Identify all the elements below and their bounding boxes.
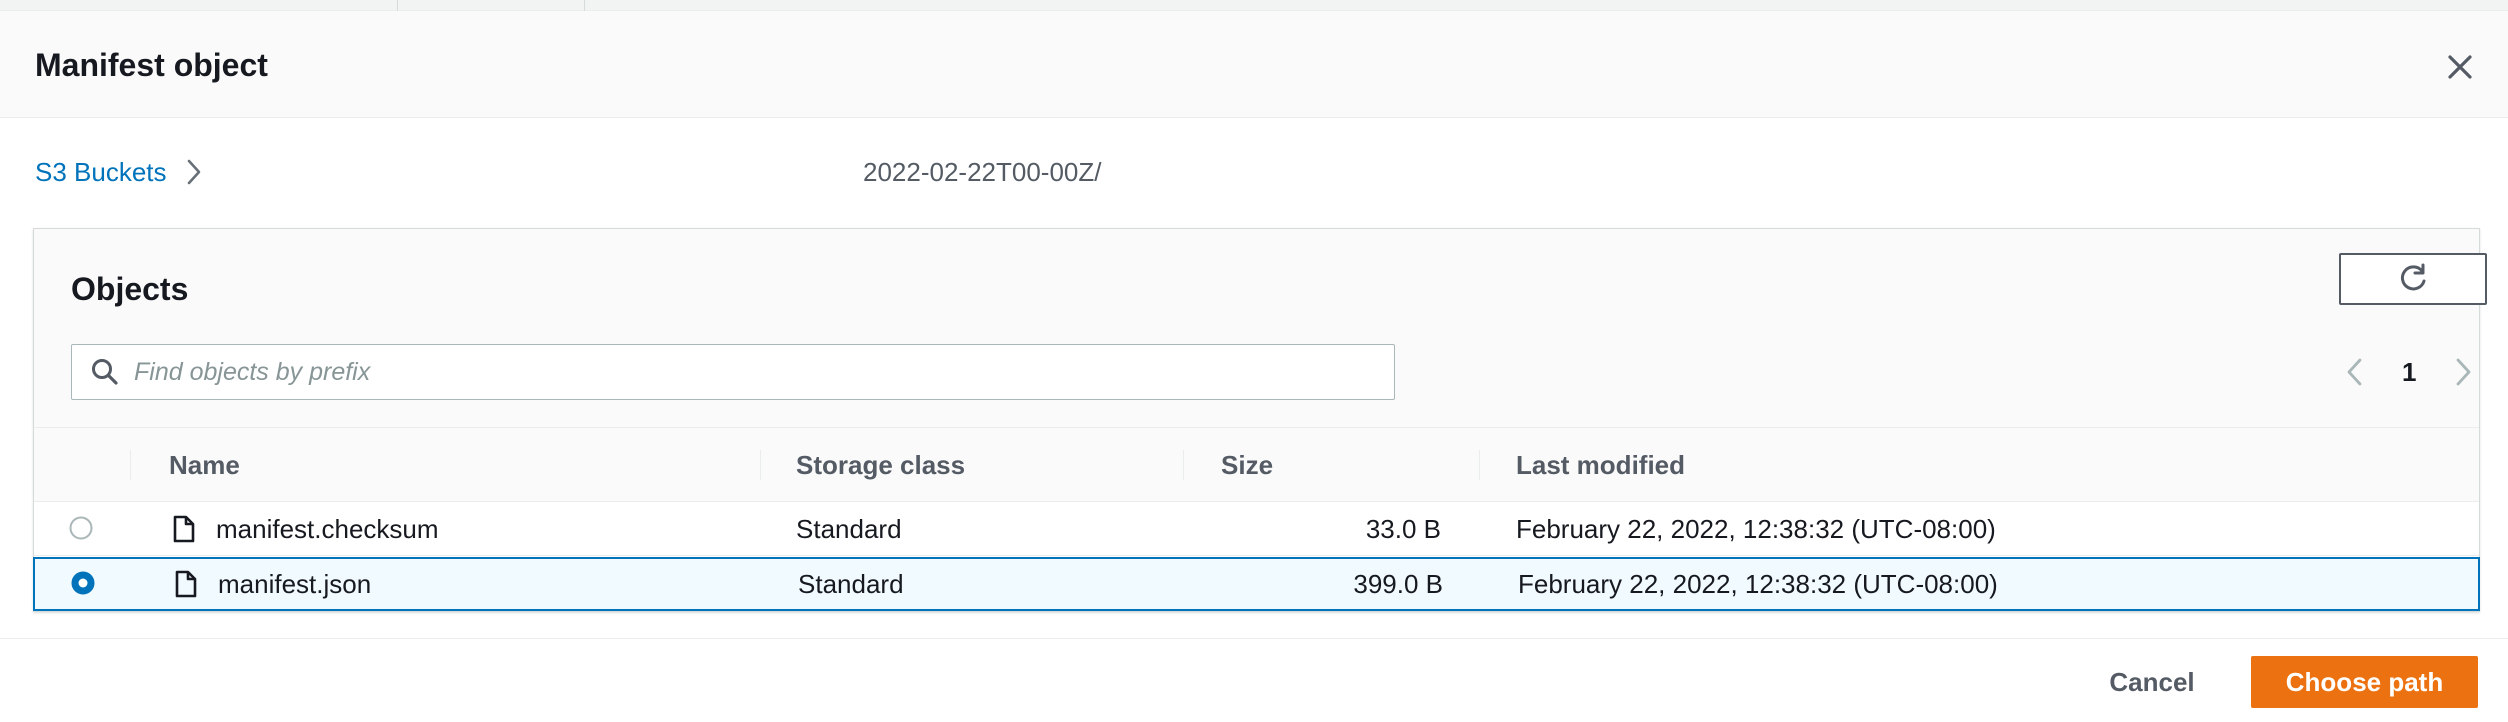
column-divider — [1479, 450, 1480, 480]
dialog-title: Manifest object — [35, 47, 268, 83]
pagination: 1 — [2344, 349, 2474, 395]
refresh-button[interactable] — [2339, 253, 2487, 305]
column-header-last-modified[interactable]: Last modified — [1516, 428, 1685, 502]
chevron-right-icon — [187, 159, 200, 185]
row-radio-selected[interactable] — [71, 571, 95, 595]
row-storage-class: Standard — [796, 514, 902, 544]
divider — [397, 0, 398, 11]
table-row-selected[interactable]: manifest.json Standard 399.0 B February … — [33, 557, 2480, 611]
row-size: 399.0 B — [1353, 569, 1443, 599]
row-last-modified: February 22, 2022, 12:38:32 (UTC-08:00) — [1518, 569, 1998, 599]
objects-panel: Objects 1 Name Storage — [33, 228, 2487, 612]
current-prefix: 2022-02-22T00-00Z/ — [863, 157, 1102, 187]
breadcrumb-s3-buckets-link[interactable]: S3 Buckets — [35, 157, 167, 188]
row-name: manifest.checksum — [216, 514, 439, 544]
refresh-icon — [2400, 263, 2426, 291]
row-last-modified: February 22, 2022, 12:38:32 (UTC-08:00) — [1516, 514, 1996, 544]
column-divider — [130, 450, 131, 480]
column-header-size[interactable]: Size — [1221, 428, 1273, 502]
close-icon[interactable] — [2440, 47, 2480, 87]
cancel-button[interactable]: Cancel — [2096, 656, 2208, 708]
objects-panel-header: Objects 1 — [34, 229, 2487, 428]
file-icon — [175, 570, 197, 598]
choose-path-button[interactable]: Choose path — [2251, 656, 2478, 708]
previous-page-icon[interactable] — [2344, 356, 2366, 388]
next-page-icon[interactable] — [2452, 356, 2474, 388]
column-header-storage-class[interactable]: Storage class — [796, 428, 965, 502]
breadcrumb: S3 Buckets — [35, 152, 203, 192]
column-header-name[interactable]: Name — [169, 428, 240, 502]
column-divider — [760, 450, 761, 480]
column-divider — [1183, 450, 1184, 480]
search-input[interactable] — [134, 357, 1334, 387]
dialog-header: Manifest object — [0, 11, 2508, 118]
search-icon — [92, 359, 118, 385]
background-top-strip — [0, 0, 2508, 11]
divider — [584, 0, 585, 11]
objects-title: Objects — [71, 271, 189, 307]
row-radio-unselected[interactable] — [69, 516, 93, 540]
current-page-number[interactable]: 1 — [2402, 357, 2416, 388]
row-storage-class: Standard — [798, 569, 904, 599]
divider — [0, 638, 2508, 639]
row-name: manifest.json — [218, 569, 372, 599]
file-icon — [173, 515, 195, 543]
search-field[interactable] — [71, 344, 1395, 400]
row-size: 33.0 B — [1365, 514, 1441, 544]
table-header: Name Storage class Size Last modified — [34, 428, 2479, 502]
table-row[interactable]: manifest.checksum Standard 33.0 B Februa… — [34, 502, 2479, 556]
